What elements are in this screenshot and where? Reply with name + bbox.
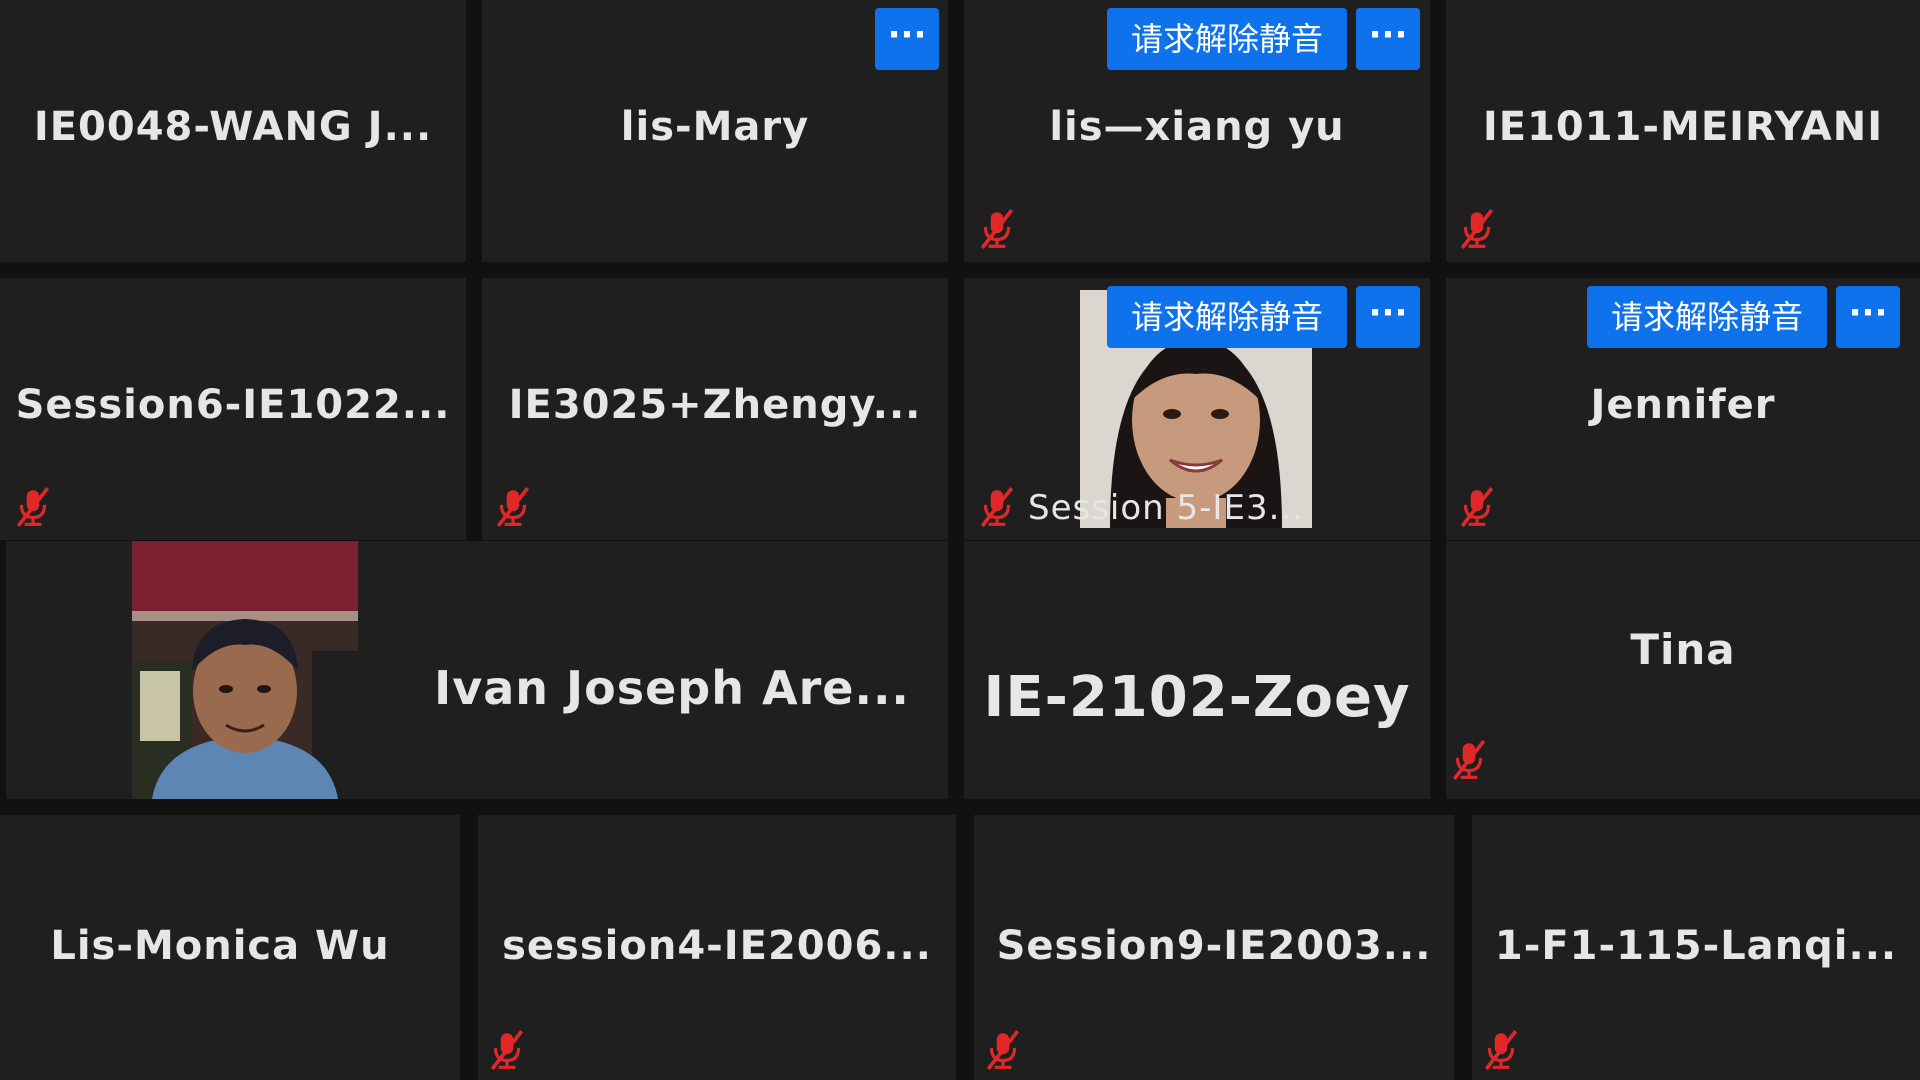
- mic-off-icon: [486, 1029, 528, 1071]
- more-options-button[interactable]: ···: [1356, 8, 1420, 70]
- participant-name: IE0048-WANG J...: [33, 104, 433, 150]
- request-unmute-button[interactable]: 请求解除静音: [1107, 8, 1347, 70]
- participant-tile[interactable]: IE0048-WANG J...: [0, 0, 466, 262]
- participant-tile[interactable]: 请求解除静音 ··· Jennifer: [1446, 278, 1920, 540]
- mic-off-icon: [1480, 1029, 1522, 1071]
- more-options-button[interactable]: ···: [875, 8, 939, 70]
- participant-tile[interactable]: Session6-IE1022...: [0, 278, 466, 540]
- participant-name: lis-Mary: [620, 104, 810, 150]
- participant-name: Session6-IE1022...: [15, 382, 451, 428]
- mic-off-icon: [976, 208, 1018, 250]
- participant-name: 1-F1-115-Lanqi...: [1494, 923, 1898, 969]
- participant-name: IE3025+Zhengy...: [508, 382, 922, 428]
- participant-name: Lis-Monica Wu: [50, 923, 390, 969]
- request-unmute-button[interactable]: 请求解除静音: [1107, 286, 1347, 348]
- more-options-button[interactable]: ···: [1356, 286, 1420, 348]
- mic-off-icon: [976, 486, 1018, 528]
- participant-tile[interactable]: IE-2102-Zoey: [964, 541, 1430, 799]
- participant-tile[interactable]: IE1011-MEIRYANI: [1446, 0, 1920, 262]
- participant-tile[interactable]: session4-IE2006...: [478, 815, 956, 1080]
- mic-off-icon: [982, 1029, 1024, 1071]
- participant-tile[interactable]: 请求解除静音 ··· Session 5-IE3...: [964, 278, 1430, 540]
- participant-tile[interactable]: Session9-IE2003...: [974, 815, 1454, 1080]
- participant-tile[interactable]: Ivan Joseph Are...: [6, 541, 948, 799]
- participant-name: session4-IE2006...: [502, 923, 932, 969]
- participant-tile[interactable]: ··· lis-Mary: [482, 0, 948, 262]
- participant-name: Session 5-IE3...: [1028, 488, 1304, 528]
- mic-off-icon: [492, 486, 534, 528]
- participant-tile[interactable]: 1-F1-115-Lanqi...: [1472, 815, 1920, 1080]
- participant-name: Ivan Joseph Are...: [434, 661, 910, 715]
- participant-name: lis—xiang yu: [1049, 104, 1345, 150]
- mic-off-icon: [1448, 739, 1490, 781]
- participant-name: IE-2102-Zoey: [983, 665, 1411, 730]
- participant-video: [132, 541, 358, 799]
- more-options-button[interactable]: ···: [1836, 286, 1900, 348]
- participant-tile[interactable]: Lis-Monica Wu: [0, 815, 460, 1080]
- request-unmute-button[interactable]: 请求解除静音: [1587, 286, 1827, 348]
- mic-off-icon: [12, 486, 54, 528]
- participant-name: Session9-IE2003...: [996, 923, 1432, 969]
- participant-name: Jennifer: [1590, 382, 1776, 428]
- person-face-image: [132, 541, 358, 799]
- participant-tile[interactable]: Tina: [1446, 541, 1920, 799]
- participant-name: IE1011-MEIRYANI: [1482, 104, 1884, 150]
- mic-off-icon: [1456, 208, 1498, 250]
- participant-name: Tina: [1630, 625, 1736, 674]
- mic-off-icon: [1456, 486, 1498, 528]
- participant-tile[interactable]: IE3025+Zhengy...: [482, 278, 948, 540]
- participant-tile[interactable]: 请求解除静音 ··· lis—xiang yu: [964, 0, 1430, 262]
